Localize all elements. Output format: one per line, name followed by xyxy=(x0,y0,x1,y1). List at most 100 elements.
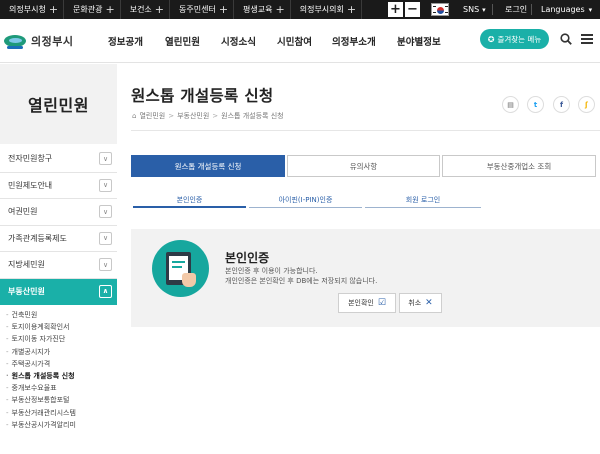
plus-icon: + xyxy=(346,3,357,16)
favorite-menu-button[interactable]: ✪ 즐겨찾는 메뉴 xyxy=(480,29,549,49)
nav-about-city[interactable]: 의정부소개 xyxy=(332,19,376,63)
city-logo-icon xyxy=(4,31,26,51)
cancel-button[interactable]: 취소 ✕ xyxy=(399,293,442,313)
nav-citizen-participation[interactable]: 시민참여 xyxy=(277,19,312,63)
sidebar-item-label: 전자민원창구 xyxy=(8,154,53,164)
top-link-label: 문화관광 xyxy=(73,5,103,14)
print-icon[interactable]: ▤ xyxy=(502,96,519,113)
sidebar-subitem[interactable]: - 부동산정보통합포털 xyxy=(6,394,117,406)
subtab-member-login[interactable]: 회원 로그인 xyxy=(365,192,481,207)
site-header: 의정부시 정보공개 열린민원 시정소식 시민참여 의정부소개 분야별정보 ✪ 즐… xyxy=(0,19,600,63)
nav-city-news[interactable]: 시정소식 xyxy=(221,19,256,63)
plus-icon: + xyxy=(48,3,59,16)
cert-description: 본인인증 후 이용이 가능합니다. xyxy=(225,267,318,275)
chevron-right-icon: > xyxy=(168,112,175,120)
dash-icon: - xyxy=(6,359,9,368)
sidebar-subitem-label: 개별공시지가 xyxy=(11,347,51,356)
sidebar-subitem[interactable]: - 건축민원 xyxy=(6,309,117,321)
top-link-health[interactable]: 보건소 + xyxy=(121,0,171,19)
dash-icon: - xyxy=(6,420,9,429)
sidebar-subitem-label: 주택공시가격 xyxy=(11,359,51,368)
top-link-label: 보건소 xyxy=(129,5,152,14)
sidebar-item-real-estate[interactable]: 부동산민원 ∧ xyxy=(0,278,117,305)
breadcrumb: ⌂ 열린민원 > 부동산민원 > 원스톱 개설등록 신청 xyxy=(132,111,284,121)
sidebar-item-civil-system[interactable]: 민원제도안내 ∨ xyxy=(0,173,117,199)
subtab-ipin-auth[interactable]: 아이핀(I-PIN)인증 xyxy=(249,192,362,207)
sidebar-item-label: 가족관계등록제도 xyxy=(8,233,67,243)
dash-icon: - xyxy=(6,396,9,405)
top-link-culture[interactable]: 문화관광 + xyxy=(64,0,121,19)
login-link[interactable]: 로그인 xyxy=(505,0,527,19)
sidebar-subitem-label: 건축민원 xyxy=(11,311,38,320)
sidebar-subitem[interactable]: - 부동산공시가격알리미 xyxy=(6,419,117,431)
sidebar-item-passport[interactable]: 여권민원 ∨ xyxy=(0,199,117,226)
plus-icon: + xyxy=(218,3,229,16)
breadcrumb-item[interactable]: 원스톱 개설등록 신청 xyxy=(221,111,283,121)
breadcrumb-item[interactable]: 열린민원 xyxy=(139,111,165,121)
breadcrumb-item[interactable]: 부동산민원 xyxy=(177,111,209,121)
zoom-out-button[interactable]: − xyxy=(405,2,420,17)
subtab-self-auth[interactable]: 본인인증 xyxy=(133,192,246,207)
korean-flag-icon xyxy=(431,3,449,16)
plus-icon: + xyxy=(275,3,285,16)
divider xyxy=(131,130,600,131)
chevron-down-icon: ∨ xyxy=(99,205,112,219)
mobile-auth-icon xyxy=(152,240,209,297)
tab-onestop-registration[interactable]: 원스톱 개설등록 신청 xyxy=(131,155,285,177)
languages-label: Languages xyxy=(541,5,585,14)
zoom-in-button[interactable]: + xyxy=(388,2,403,17)
bullet-icon: · xyxy=(6,372,9,381)
facebook-icon[interactable]: f xyxy=(553,96,570,113)
sidebar-item-family-registry[interactable]: 가족관계등록제도 ∨ xyxy=(0,226,117,252)
close-icon: ✕ xyxy=(425,298,433,308)
sidebar-subitem-label: 부동산정보통합포털 xyxy=(11,396,70,405)
top-link-label: 의정부시청 xyxy=(9,5,46,14)
top-link-cityhall[interactable]: 의정부시청 + xyxy=(0,0,65,19)
cert-description: 개인인증은 본인확인 후 DB에는 저장되지 않습니다. xyxy=(225,277,378,285)
plus-icon: + xyxy=(105,3,115,16)
twitter-icon[interactable]: t xyxy=(527,96,544,113)
chevron-down-icon: ∨ xyxy=(99,258,112,272)
sidebar-subitem[interactable]: - 토지이동 자가진단 xyxy=(6,333,117,345)
sns-button[interactable]: SNS ▾ xyxy=(463,0,486,19)
sidebar-subitem[interactable]: - 부동산거래관리시스템 xyxy=(6,407,117,419)
checkbox-icon: ☑ xyxy=(377,298,386,308)
sidebar-subitem[interactable]: - 토지이용계획확인서 xyxy=(6,321,117,333)
subtab-underline-active xyxy=(133,206,246,208)
chevron-down-icon: ∨ xyxy=(99,231,112,245)
nav-info-disclosure[interactable]: 정보공개 xyxy=(108,19,143,63)
dash-icon: - xyxy=(6,384,9,393)
top-link-council[interactable]: 의정부시의회 + xyxy=(291,0,363,19)
sidebar-item-e-civil[interactable]: 전자민원창구 ∨ xyxy=(0,146,117,173)
chevron-up-icon: ∧ xyxy=(99,284,112,298)
sidebar-subitem-label: 부동산거래관리시스템 xyxy=(11,408,76,417)
verify-identity-button[interactable]: 본인확인 ☑ xyxy=(338,293,396,313)
hamburger-menu-icon[interactable] xyxy=(581,34,593,44)
sidebar-subitem[interactable]: - 중개보수요율표 xyxy=(6,382,117,394)
tab-notice[interactable]: 유의사항 xyxy=(287,155,440,177)
divider xyxy=(531,4,532,15)
sidebar-subitem[interactable]: - 개별공시지가 xyxy=(6,346,117,358)
sidebar-subitem-label: 토지이용계획확인서 xyxy=(11,323,70,332)
tab-broker-search[interactable]: 부동산중개업소 조회 xyxy=(442,155,596,177)
top-link-community-center[interactable]: 동주민센터 + xyxy=(170,0,235,19)
dash-icon: - xyxy=(6,408,9,417)
languages-button[interactable]: Languages ▾ xyxy=(541,0,592,19)
nav-field-info[interactable]: 분야별정보 xyxy=(397,19,441,63)
nav-open-civil[interactable]: 열린민원 xyxy=(165,19,200,63)
verify-identity-label: 본인확인 xyxy=(348,299,374,307)
site-logo[interactable]: 의정부시 xyxy=(4,28,73,54)
top-link-label: 의정부시의회 xyxy=(299,5,344,14)
top-link-education[interactable]: 평생교육 + xyxy=(234,0,291,19)
cert-title: 본인인증 xyxy=(225,251,270,265)
sidebar-subitem[interactable]: - 주택공시가격 xyxy=(6,358,117,370)
sidebar-item-local-tax[interactable]: 지방세민원 ∨ xyxy=(0,252,117,279)
kakaostory-icon[interactable]: ʃ xyxy=(578,96,595,113)
sidebar-subitem-label: 부동산공시가격알리미 xyxy=(11,420,76,429)
sidebar-subitem-current[interactable]: · 원스톱 개설등록 신청 xyxy=(6,370,117,382)
home-icon[interactable]: ⌂ xyxy=(132,112,136,120)
search-icon[interactable] xyxy=(560,33,572,45)
page-title: 원스톱 개설등록 신청 xyxy=(131,87,274,105)
sidebar-item-label: 지방세민원 xyxy=(8,260,45,270)
identity-verification-panel: 본인인증 본인인증 후 이용이 가능합니다. 개인인증은 본인확인 후 DB에는… xyxy=(131,229,600,327)
